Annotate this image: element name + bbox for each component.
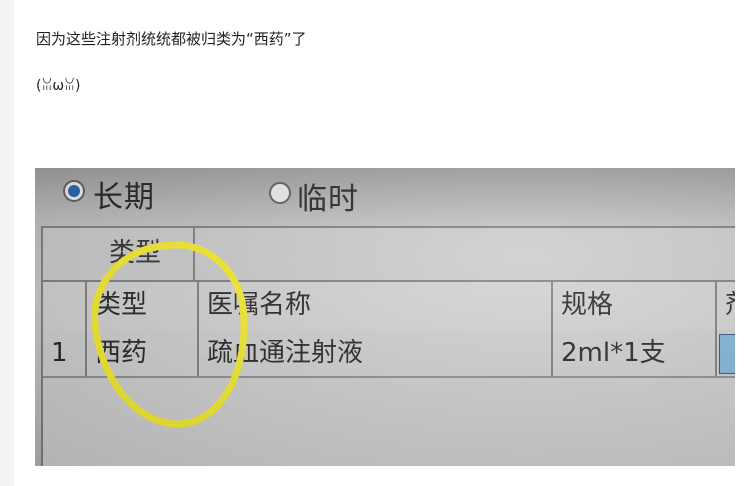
article-paragraph: 因为这些注射剂统统都被归类为“西药”了 <box>36 30 307 48</box>
radio-temporary[interactable] <box>269 182 291 204</box>
radio-long-term-label: 长期 <box>93 180 155 215</box>
radio-long-term[interactable] <box>63 180 85 202</box>
column-header-order-name[interactable]: 医嘱名称 <box>199 282 553 330</box>
page-left-strip <box>0 0 14 486</box>
radio-temporary-label: 临时 <box>297 182 359 217</box>
column-header-dose[interactable]: 剂 <box>717 282 735 330</box>
cell-order-name: 疏血通注射液 <box>199 330 553 376</box>
kaomoji-text: (ꈍωꈍ) <box>36 78 81 94</box>
column-header-spec[interactable]: 规格 <box>553 282 717 330</box>
cell-index: 1 <box>43 330 87 376</box>
screenshot-photo: 长期 临时 类型 类型 医嘱名称 规格 剂 1 西药 疏血通注射液 2ml*1支 <box>35 168 735 466</box>
column-header-index[interactable] <box>43 282 87 330</box>
selected-cell[interactable] <box>719 334 735 374</box>
cell-spec: 2ml*1支 <box>553 330 717 376</box>
